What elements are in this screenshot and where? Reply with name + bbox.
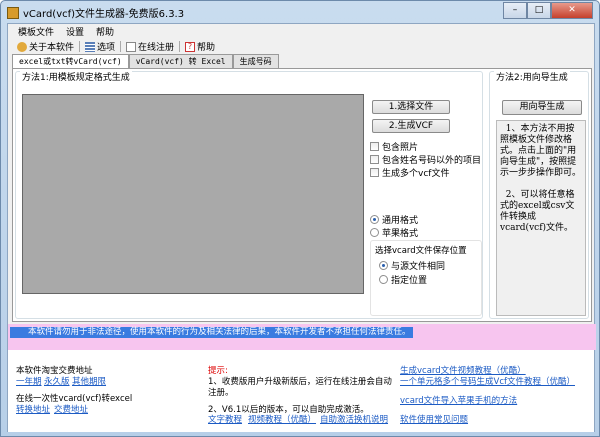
radio-label: 通用格式 bbox=[382, 216, 419, 226]
apple-format-radio[interactable]: 苹果格式 bbox=[370, 226, 418, 239]
title-bar: vCard(vcf)文件生成器-免费版6.3.3 bbox=[7, 5, 184, 20]
radio[interactable] bbox=[370, 228, 379, 237]
radio-label: 指定位置 bbox=[391, 276, 428, 286]
radio[interactable] bbox=[370, 215, 379, 224]
video-tutorial-link[interactable]: 视频教程（优酷） bbox=[248, 413, 316, 425]
specify-location-radio[interactable]: 指定位置 bbox=[379, 273, 427, 286]
tab-vcard-to-excel[interactable]: vCard(vcf) 转 Excel bbox=[128, 54, 233, 68]
checkbox-label: 包含姓名号码以外的项目 bbox=[382, 156, 482, 166]
menu-template-file[interactable]: 模板文件 bbox=[14, 24, 58, 38]
checkbox[interactable] bbox=[370, 142, 379, 151]
register-label: 在线注册 bbox=[138, 43, 175, 53]
include-extra-checkbox[interactable]: 包含姓名号码以外的项目 bbox=[370, 153, 481, 166]
options-label: 选项 bbox=[97, 43, 116, 53]
minimize-button[interactable]: – bbox=[503, 2, 527, 19]
payment-link[interactable]: 交费地址 bbox=[54, 403, 88, 415]
toolbar: 关于本软件 选项 在线注册 ? 帮助 bbox=[8, 39, 220, 54]
method2-group: 方法2:用向导生成 用向导生成 1、本方法不用按照模板文件修改格式。点击上面的"… bbox=[489, 70, 589, 319]
info-icon bbox=[17, 41, 27, 52]
activation-link[interactable]: 自助激活换机说明 bbox=[320, 413, 388, 425]
notice-band: 本软件请勿用于非法途径，使用本软件的行为及相关法律的后果，本软件开发者不承担任何… bbox=[8, 324, 596, 350]
register-button[interactable]: 在线注册 bbox=[121, 40, 179, 53]
radio[interactable] bbox=[379, 275, 388, 284]
save-location-group: 选择vcard文件保存位置 与源文件相同 指定位置 bbox=[370, 240, 482, 316]
generic-format-radio[interactable]: 通用格式 bbox=[370, 213, 418, 226]
other-term-link[interactable]: 其他期限 bbox=[72, 375, 106, 387]
app-window: vCard(vcf)文件生成器-免费版6.3.3 – □ ✕ 模板文件 设置 帮… bbox=[0, 0, 600, 437]
hint-1: 1、收费版用户升级新版后，运行在线注册会自动 bbox=[208, 377, 392, 387]
radio-label: 苹果格式 bbox=[382, 229, 419, 239]
client-area: 模板文件 设置 帮助 关于本软件 选项 在线注册 ? 帮助 excel或txt转v… bbox=[7, 23, 596, 432]
maximize-button[interactable]: □ bbox=[527, 2, 551, 19]
tab-excel-to-vcard[interactable]: excel或txt转vCard(vcf) bbox=[12, 54, 129, 68]
permanent-link[interactable]: 永久版 bbox=[44, 375, 70, 387]
notice-text: 本软件请勿用于非法途径，使用本软件的行为及相关法律的后果，本软件开发者不承担任何… bbox=[10, 327, 413, 338]
multiple-files-checkbox[interactable]: 生成多个vcf文件 bbox=[370, 166, 449, 179]
help-icon: ? bbox=[185, 41, 196, 52]
tab-generate-numbers[interactable]: 生成号码 bbox=[232, 54, 279, 68]
save-location-label: 选择vcard文件保存位置 bbox=[375, 246, 467, 256]
preview-area bbox=[22, 94, 364, 294]
include-photo-checkbox[interactable]: 包含照片 bbox=[370, 140, 418, 153]
options-button[interactable]: 选项 bbox=[80, 40, 120, 53]
radio-label: 与源文件相同 bbox=[391, 262, 446, 272]
iphone-import-link[interactable]: vcard文件导入苹果手机的方法 bbox=[400, 394, 517, 406]
one-year-link[interactable]: 一年期 bbox=[16, 375, 42, 387]
list-icon bbox=[85, 41, 96, 52]
checkbox-label: 生成多个vcf文件 bbox=[382, 169, 450, 179]
generate-vcf-button[interactable]: 2.生成VCF bbox=[372, 119, 450, 133]
register-icon bbox=[126, 41, 137, 52]
menu-bar: 模板文件 设置 帮助 bbox=[8, 24, 118, 38]
tab-bar: excel或txt转vCard(vcf) vCard(vcf) 转 Excel … bbox=[12, 54, 279, 68]
multi-number-link[interactable]: 一个单元格多个号码生成Vcf文件教程（优酷） bbox=[400, 375, 575, 387]
about-label: 关于本软件 bbox=[29, 43, 75, 53]
menu-help[interactable]: 帮助 bbox=[92, 24, 118, 38]
footer: 本软件淘宝交费地址 一年期 永久版 其他期限 在线一次性vcard(vcf)转e… bbox=[8, 350, 594, 432]
tab-page: 方法1:用模板规定格式生成 1.选择文件 2.生成VCF 包含照片 包含姓名号码… bbox=[12, 68, 592, 322]
faq-link[interactable]: 软件使用常见问题 bbox=[400, 413, 468, 425]
method2-tip-text: 1、本方法不用按照模板文件修改格式。点击上面的"用向导生成"，按照提示一步步操作… bbox=[496, 120, 586, 316]
help-button[interactable]: ? 帮助 bbox=[180, 40, 220, 53]
select-file-button[interactable]: 1.选择文件 bbox=[372, 100, 450, 114]
text-tutorial-link[interactable]: 文字教程 bbox=[208, 413, 242, 425]
about-button[interactable]: 关于本软件 bbox=[12, 40, 79, 53]
wizard-button[interactable]: 用向导生成 bbox=[502, 100, 582, 115]
hint-1-cont: 注册。 bbox=[208, 388, 234, 398]
close-button[interactable]: ✕ bbox=[551, 2, 593, 19]
method1-label: 方法1:用模板规定格式生成 bbox=[20, 70, 132, 83]
menu-settings[interactable]: 设置 bbox=[62, 24, 88, 38]
checkbox[interactable] bbox=[370, 155, 379, 164]
method1-group: 方法1:用模板规定格式生成 1.选择文件 2.生成VCF 包含照片 包含姓名号码… bbox=[15, 70, 483, 319]
app-icon bbox=[7, 6, 19, 19]
method2-label: 方法2:用向导生成 bbox=[494, 70, 570, 83]
checkbox[interactable] bbox=[370, 168, 379, 177]
window-title: vCard(vcf)文件生成器-免费版6.3.3 bbox=[23, 9, 185, 20]
radio[interactable] bbox=[379, 261, 388, 270]
same-as-source-radio[interactable]: 与源文件相同 bbox=[379, 259, 445, 272]
checkbox-label: 包含照片 bbox=[382, 143, 419, 153]
help-label: 帮助 bbox=[197, 43, 216, 53]
convert-link[interactable]: 转换地址 bbox=[16, 403, 50, 415]
